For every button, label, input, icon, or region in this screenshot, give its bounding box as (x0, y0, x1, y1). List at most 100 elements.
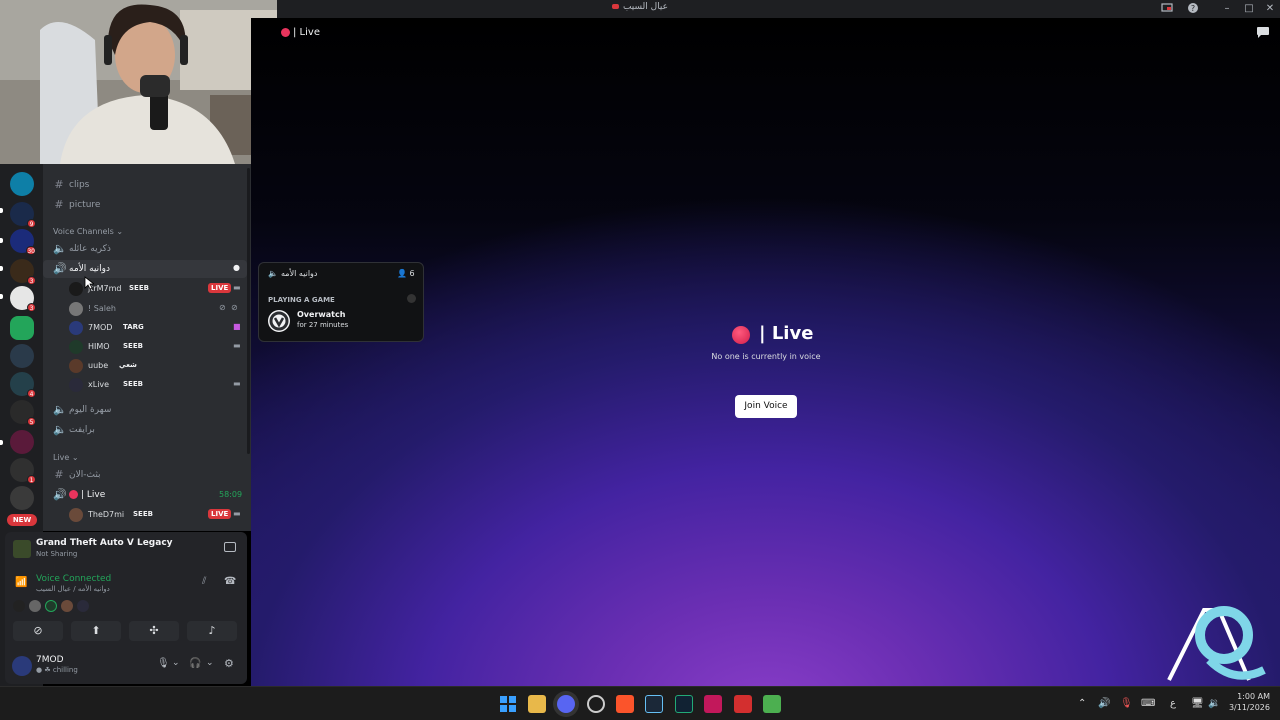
server-icon[interactable] (10, 344, 34, 368)
activities-button[interactable]: ✣ (129, 621, 179, 641)
voice-location[interactable]: دوانيه الأمه / عيال السيب (36, 585, 110, 593)
server-icon[interactable]: 9 (10, 202, 36, 228)
voice-status[interactable]: Voice Connected (36, 574, 111, 584)
voice-user[interactable]: uube شعي (43, 357, 247, 375)
clock[interactable]: 1:00 AM 3/11/2026 (1226, 691, 1270, 713)
avatar (45, 600, 57, 612)
chat-bubble-icon[interactable]: ● (233, 263, 240, 272)
windows-taskbar: ⌃ 🔊 🎙 ⌨ ع 🖥 🔉 1:00 AM 3/11/2026 (0, 686, 1280, 720)
server-icon[interactable] (10, 430, 34, 454)
speaker-icon: 🔊 (53, 488, 67, 501)
xbox-icon[interactable] (675, 695, 693, 713)
obs-icon[interactable] (587, 695, 605, 713)
server-folder-icon[interactable] (10, 316, 34, 340)
language-indicator[interactable]: ع (1170, 698, 1176, 709)
app-icon[interactable] (734, 695, 752, 713)
voice-channel[interactable]: 🔈 برايفت (43, 421, 247, 439)
minimize-icon[interactable]: – (1220, 2, 1234, 16)
category-live[interactable]: Live ⌄ (53, 453, 79, 462)
avatar (407, 294, 416, 303)
share-screen-button[interactable] (224, 542, 236, 552)
voice-user[interactable]: jtrM7md SEEB LIVE ▬ (43, 280, 247, 298)
microphone-icon[interactable]: 🎙 (1120, 698, 1133, 709)
scrollbar[interactable] (247, 168, 250, 454)
category-voice-channels[interactable]: Voice Channels ⌄ (53, 227, 123, 236)
help-icon[interactable]: ? (1186, 2, 1200, 16)
avatar (69, 359, 83, 373)
server-icon[interactable]: 4 (10, 372, 36, 398)
screen-share-icon[interactable] (1160, 2, 1174, 16)
voice-channel[interactable]: 🔈 ذكريه عائله (43, 240, 247, 258)
voice-user[interactable]: HIMO SEEB ▬ (43, 338, 247, 356)
username: uube (88, 361, 109, 370)
chevron-down-icon[interactable]: ⌄ (172, 658, 180, 668)
voice-user[interactable]: 7MOD TARG ■ (43, 319, 247, 337)
soundboard-button[interactable]: ♪ (187, 621, 237, 641)
channel-name: برايفت (69, 425, 95, 435)
discord-icon[interactable] (557, 695, 575, 713)
deafened-icon: ⊘ (231, 303, 238, 312)
clan-tag: SEEB (123, 380, 143, 388)
overwatch-icon (268, 310, 290, 332)
server-icon[interactable]: 3 (10, 259, 36, 285)
join-voice-button[interactable]: Join Voice (735, 395, 797, 418)
disconnect-icon[interactable]: ☎ (224, 576, 236, 587)
steam-icon[interactable] (645, 695, 663, 713)
server-icon[interactable]: 3 (10, 286, 36, 312)
game-title: Grand Theft Auto V Legacy (36, 538, 173, 548)
voice-user[interactable]: xLive SEEB ▬ (43, 376, 247, 394)
mention-badge: 4 (27, 389, 36, 398)
channel-name: clips (69, 180, 90, 190)
windows-start-icon[interactable] (499, 695, 517, 713)
headphones-icon[interactable]: 🎧 (189, 658, 201, 669)
avatar[interactable] (12, 656, 32, 676)
member-count-value: 6 (409, 269, 415, 278)
voice-user[interactable]: TheD7mi SEEB LIVE ▬ (43, 506, 247, 524)
avatar (69, 302, 83, 316)
avatar (13, 600, 25, 612)
close-icon[interactable]: ✕ (1263, 2, 1277, 16)
server-icon[interactable]: 30 (10, 229, 36, 255)
server-icon[interactable] (10, 486, 34, 510)
chevron-up-icon[interactable]: ⌃ (1078, 698, 1086, 709)
new-badge[interactable]: NEW (7, 514, 37, 526)
activity-icon: ■ (233, 322, 241, 331)
voice-channel-active[interactable]: 🔊 دوانيه الأمه ● (43, 260, 247, 278)
server-icon[interactable] (10, 172, 34, 196)
gear-icon[interactable]: ⚙ (224, 657, 234, 670)
voice-channel-live[interactable]: 🔊 | Live 58:09 (43, 486, 247, 504)
chevron-down-icon[interactable]: ⌄ (206, 658, 214, 668)
clan-tag: SEEB (129, 284, 149, 292)
minecraft-icon[interactable] (763, 695, 781, 713)
brave-icon[interactable] (616, 695, 634, 713)
text-channel-live[interactable]: # بثث-الان (43, 466, 247, 484)
unread-pill (0, 440, 3, 445)
text-channel-picture[interactable]: # picture (43, 196, 247, 214)
noise-suppression-icon[interactable]: ⫽ (202, 576, 206, 587)
voice-channel[interactable]: 🔈 سهرة اليوم (43, 401, 247, 419)
app-icon[interactable] (704, 695, 722, 713)
username[interactable]: 7MOD (36, 655, 64, 665)
speaker-icon: 🔈 (268, 269, 278, 278)
keyboard-icon[interactable]: ⌨ (1141, 698, 1155, 709)
mention-badge: 3 (27, 276, 36, 285)
muted-icon: ⊘ (219, 303, 226, 312)
network-icon[interactable]: 🖥 (1191, 698, 1204, 709)
text-channel-clips[interactable]: # clips (43, 176, 247, 194)
live-badge: LIVE (208, 509, 232, 519)
maximize-icon[interactable]: □ (1242, 2, 1256, 16)
microphone-icon[interactable]: 🎙 (157, 658, 170, 669)
server-icon[interactable]: 1 (10, 458, 36, 484)
speaker-icon[interactable]: 🔊 (1098, 698, 1110, 709)
file-explorer-icon[interactable] (528, 695, 546, 713)
voice-user[interactable]: ! Saleh ⊘ ⊘ (43, 300, 247, 318)
chat-bubble-icon[interactable] (1256, 26, 1270, 39)
screen-share-button[interactable]: ⬆ (71, 621, 121, 641)
username: xLive (88, 380, 110, 389)
mention-badge: 30 (26, 246, 36, 255)
volume-icon[interactable]: 🔉 (1208, 698, 1220, 709)
camera-off-button[interactable]: ⊘ (13, 621, 63, 641)
server-icon[interactable]: 5 (10, 400, 36, 426)
signal-icon[interactable]: 📶 (15, 577, 27, 588)
channel-name: بثث-الان (69, 470, 101, 480)
